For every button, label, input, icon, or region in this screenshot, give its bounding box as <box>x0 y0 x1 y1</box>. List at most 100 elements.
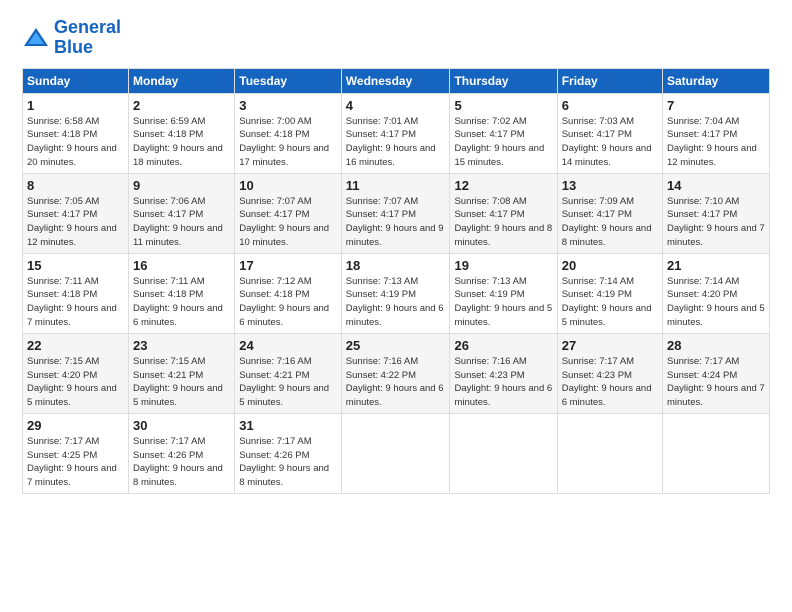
day-number: 6 <box>562 98 658 113</box>
calendar-cell: 30 Sunrise: 7:17 AM Sunset: 4:26 PM Dayl… <box>129 413 235 493</box>
col-monday: Monday <box>129 68 235 93</box>
col-sunday: Sunday <box>23 68 129 93</box>
day-info: Sunrise: 7:11 AM Sunset: 4:18 PM Dayligh… <box>27 275 124 330</box>
day-number: 16 <box>133 258 230 273</box>
day-info: Sunrise: 7:03 AM Sunset: 4:17 PM Dayligh… <box>562 115 658 170</box>
day-info: Sunrise: 7:17 AM Sunset: 4:24 PM Dayligh… <box>667 355 765 410</box>
calendar-cell: 29 Sunrise: 7:17 AM Sunset: 4:25 PM Dayl… <box>23 413 129 493</box>
calendar-header-row: Sunday Monday Tuesday Wednesday Thursday… <box>23 68 770 93</box>
calendar-cell: 28 Sunrise: 7:17 AM Sunset: 4:24 PM Dayl… <box>663 333 770 413</box>
day-info: Sunrise: 7:16 AM Sunset: 4:23 PM Dayligh… <box>454 355 552 410</box>
day-info: Sunrise: 7:17 AM Sunset: 4:25 PM Dayligh… <box>27 435 124 490</box>
calendar-cell <box>450 413 557 493</box>
day-info: Sunrise: 7:12 AM Sunset: 4:18 PM Dayligh… <box>239 275 337 330</box>
day-number: 31 <box>239 418 337 433</box>
calendar-cell: 27 Sunrise: 7:17 AM Sunset: 4:23 PM Dayl… <box>557 333 662 413</box>
logo: General Blue <box>22 18 121 58</box>
day-number: 22 <box>27 338 124 353</box>
calendar-cell: 5 Sunrise: 7:02 AM Sunset: 4:17 PM Dayli… <box>450 93 557 173</box>
day-number: 10 <box>239 178 337 193</box>
day-info: Sunrise: 7:11 AM Sunset: 4:18 PM Dayligh… <box>133 275 230 330</box>
calendar-cell: 21 Sunrise: 7:14 AM Sunset: 4:20 PM Dayl… <box>663 253 770 333</box>
day-number: 20 <box>562 258 658 273</box>
day-info: Sunrise: 7:17 AM Sunset: 4:23 PM Dayligh… <box>562 355 658 410</box>
calendar-cell: 31 Sunrise: 7:17 AM Sunset: 4:26 PM Dayl… <box>235 413 342 493</box>
day-number: 7 <box>667 98 765 113</box>
calendar-cell: 10 Sunrise: 7:07 AM Sunset: 4:17 PM Dayl… <box>235 173 342 253</box>
calendar-cell: 17 Sunrise: 7:12 AM Sunset: 4:18 PM Dayl… <box>235 253 342 333</box>
day-number: 17 <box>239 258 337 273</box>
calendar-cell: 16 Sunrise: 7:11 AM Sunset: 4:18 PM Dayl… <box>129 253 235 333</box>
day-info: Sunrise: 6:58 AM Sunset: 4:18 PM Dayligh… <box>27 115 124 170</box>
day-number: 13 <box>562 178 658 193</box>
calendar-row: 8 Sunrise: 7:05 AM Sunset: 4:17 PM Dayli… <box>23 173 770 253</box>
day-info: Sunrise: 7:16 AM Sunset: 4:22 PM Dayligh… <box>346 355 446 410</box>
day-number: 5 <box>454 98 552 113</box>
calendar-cell <box>557 413 662 493</box>
day-number: 3 <box>239 98 337 113</box>
day-info: Sunrise: 7:14 AM Sunset: 4:19 PM Dayligh… <box>562 275 658 330</box>
col-wednesday: Wednesday <box>341 68 450 93</box>
calendar-cell: 12 Sunrise: 7:08 AM Sunset: 4:17 PM Dayl… <box>450 173 557 253</box>
header: General Blue <box>22 18 770 58</box>
day-number: 30 <box>133 418 230 433</box>
day-info: Sunrise: 7:05 AM Sunset: 4:17 PM Dayligh… <box>27 195 124 250</box>
calendar-cell: 1 Sunrise: 6:58 AM Sunset: 4:18 PM Dayli… <box>23 93 129 173</box>
calendar-cell: 8 Sunrise: 7:05 AM Sunset: 4:17 PM Dayli… <box>23 173 129 253</box>
calendar-cell: 22 Sunrise: 7:15 AM Sunset: 4:20 PM Dayl… <box>23 333 129 413</box>
logo-text: General Blue <box>54 18 121 58</box>
page: General Blue Sunday Monday Tuesday Wedne… <box>0 0 792 612</box>
calendar-cell: 14 Sunrise: 7:10 AM Sunset: 4:17 PM Dayl… <box>663 173 770 253</box>
calendar-cell: 26 Sunrise: 7:16 AM Sunset: 4:23 PM Dayl… <box>450 333 557 413</box>
day-info: Sunrise: 7:04 AM Sunset: 4:17 PM Dayligh… <box>667 115 765 170</box>
day-info: Sunrise: 6:59 AM Sunset: 4:18 PM Dayligh… <box>133 115 230 170</box>
day-info: Sunrise: 7:10 AM Sunset: 4:17 PM Dayligh… <box>667 195 765 250</box>
day-info: Sunrise: 7:07 AM Sunset: 4:17 PM Dayligh… <box>239 195 337 250</box>
day-info: Sunrise: 7:01 AM Sunset: 4:17 PM Dayligh… <box>346 115 446 170</box>
calendar-cell: 6 Sunrise: 7:03 AM Sunset: 4:17 PM Dayli… <box>557 93 662 173</box>
day-number: 12 <box>454 178 552 193</box>
day-info: Sunrise: 7:09 AM Sunset: 4:17 PM Dayligh… <box>562 195 658 250</box>
calendar-cell: 4 Sunrise: 7:01 AM Sunset: 4:17 PM Dayli… <box>341 93 450 173</box>
calendar-cell: 3 Sunrise: 7:00 AM Sunset: 4:18 PM Dayli… <box>235 93 342 173</box>
calendar-cell: 2 Sunrise: 6:59 AM Sunset: 4:18 PM Dayli… <box>129 93 235 173</box>
day-info: Sunrise: 7:13 AM Sunset: 4:19 PM Dayligh… <box>346 275 446 330</box>
day-info: Sunrise: 7:08 AM Sunset: 4:17 PM Dayligh… <box>454 195 552 250</box>
col-thursday: Thursday <box>450 68 557 93</box>
calendar-cell: 7 Sunrise: 7:04 AM Sunset: 4:17 PM Dayli… <box>663 93 770 173</box>
day-info: Sunrise: 7:06 AM Sunset: 4:17 PM Dayligh… <box>133 195 230 250</box>
day-number: 26 <box>454 338 552 353</box>
day-number: 23 <box>133 338 230 353</box>
day-number: 4 <box>346 98 446 113</box>
logo-icon <box>22 24 50 52</box>
day-number: 1 <box>27 98 124 113</box>
day-number: 29 <box>27 418 124 433</box>
col-saturday: Saturday <box>663 68 770 93</box>
day-number: 2 <box>133 98 230 113</box>
day-info: Sunrise: 7:15 AM Sunset: 4:20 PM Dayligh… <box>27 355 124 410</box>
day-number: 8 <box>27 178 124 193</box>
calendar-table: Sunday Monday Tuesday Wednesday Thursday… <box>22 68 770 494</box>
day-number: 25 <box>346 338 446 353</box>
day-number: 27 <box>562 338 658 353</box>
calendar-row: 22 Sunrise: 7:15 AM Sunset: 4:20 PM Dayl… <box>23 333 770 413</box>
day-number: 14 <box>667 178 765 193</box>
day-info: Sunrise: 7:07 AM Sunset: 4:17 PM Dayligh… <box>346 195 446 250</box>
day-info: Sunrise: 7:02 AM Sunset: 4:17 PM Dayligh… <box>454 115 552 170</box>
calendar-cell <box>663 413 770 493</box>
day-info: Sunrise: 7:17 AM Sunset: 4:26 PM Dayligh… <box>239 435 337 490</box>
calendar-cell: 9 Sunrise: 7:06 AM Sunset: 4:17 PM Dayli… <box>129 173 235 253</box>
calendar-cell: 25 Sunrise: 7:16 AM Sunset: 4:22 PM Dayl… <box>341 333 450 413</box>
day-number: 24 <box>239 338 337 353</box>
day-number: 21 <box>667 258 765 273</box>
calendar-cell: 20 Sunrise: 7:14 AM Sunset: 4:19 PM Dayl… <box>557 253 662 333</box>
calendar-row: 15 Sunrise: 7:11 AM Sunset: 4:18 PM Dayl… <box>23 253 770 333</box>
day-number: 18 <box>346 258 446 273</box>
day-number: 28 <box>667 338 765 353</box>
calendar-cell: 18 Sunrise: 7:13 AM Sunset: 4:19 PM Dayl… <box>341 253 450 333</box>
day-info: Sunrise: 7:00 AM Sunset: 4:18 PM Dayligh… <box>239 115 337 170</box>
day-number: 15 <box>27 258 124 273</box>
calendar-cell: 13 Sunrise: 7:09 AM Sunset: 4:17 PM Dayl… <box>557 173 662 253</box>
day-info: Sunrise: 7:17 AM Sunset: 4:26 PM Dayligh… <box>133 435 230 490</box>
day-info: Sunrise: 7:14 AM Sunset: 4:20 PM Dayligh… <box>667 275 765 330</box>
